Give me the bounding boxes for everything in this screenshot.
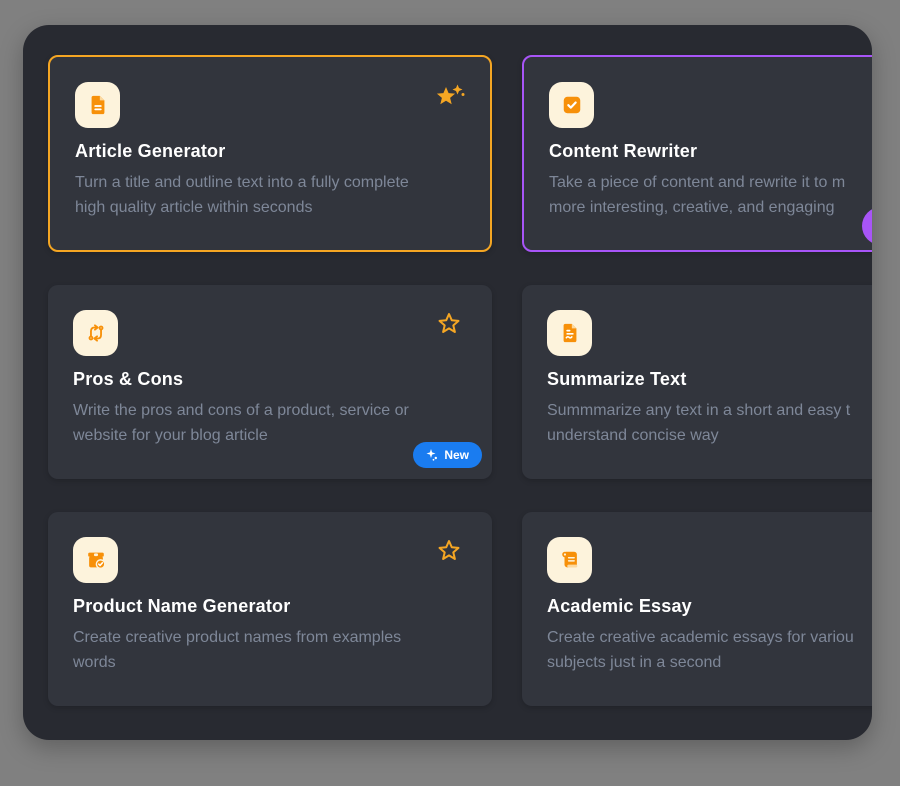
sparkle-icon: [426, 449, 438, 461]
card-pros-and-cons[interactable]: Pros & Cons Write the pros and cons of a…: [48, 285, 492, 479]
card-description: Take a piece of content and rewrite it t…: [549, 170, 872, 220]
card-description: Create creative product names from examp…: [73, 625, 467, 675]
card-title: Academic Essay: [547, 596, 872, 617]
checkbox-icon: [549, 82, 594, 128]
new-badge-label: New: [444, 448, 469, 462]
card-title: Pros & Cons: [73, 369, 467, 390]
card-description: Write the pros and cons of a product, se…: [73, 398, 467, 448]
card-content-rewriter[interactable]: Content Rewriter Take a piece of content…: [522, 55, 872, 252]
card-product-name-generator[interactable]: Product Name Generator Create creative p…: [48, 512, 492, 706]
card-title: Summarize Text: [547, 369, 872, 390]
tools-panel: Article Generator Turn a title and outli…: [23, 25, 872, 740]
card-title: Product Name Generator: [73, 596, 467, 617]
card-title: Content Rewriter: [549, 141, 872, 162]
favorite-star-outline-icon[interactable]: [437, 311, 467, 339]
favorite-star-outline-icon[interactable]: [437, 538, 467, 566]
product-box-icon: [73, 537, 118, 583]
card-article-generator[interactable]: Article Generator Turn a title and outli…: [48, 55, 492, 252]
card-description: Summmarize any text in a short and easy …: [547, 398, 872, 448]
card-academic-essay[interactable]: Academic Essay Create creative academic …: [522, 512, 872, 706]
card-description: Turn a title and outline text into a ful…: [75, 170, 465, 220]
favorite-star-filled-icon[interactable]: [435, 83, 465, 111]
card-title: Article Generator: [75, 141, 465, 162]
tool-cards-grid: Article Generator Turn a title and outli…: [48, 55, 872, 706]
scroll-icon: [547, 537, 592, 583]
card-description: Create creative academic essays for vari…: [547, 625, 872, 675]
summary-document-icon: [547, 310, 592, 356]
document-icon: [75, 82, 120, 128]
new-badge[interactable]: New: [413, 442, 482, 468]
swap-arrows-icon: [73, 310, 118, 356]
card-summarize-text[interactable]: Summarize Text Summmarize any text in a …: [522, 285, 872, 479]
